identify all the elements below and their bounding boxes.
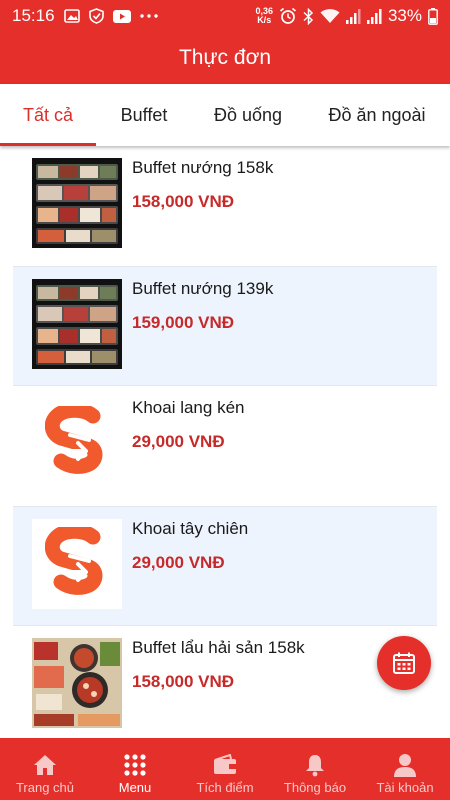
calendar-icon	[392, 651, 416, 675]
nav-label: Trang chủ	[15, 780, 75, 795]
menu-item[interactable]: Khoai lang kén 29,000 VNĐ	[13, 386, 437, 506]
page-title: Thực đơn	[178, 46, 272, 69]
user-icon	[393, 752, 417, 778]
nav-account[interactable]: Tài khoản	[360, 738, 450, 800]
signal-icon	[366, 8, 382, 24]
seafood-hotpot-image	[32, 638, 122, 728]
nav-points[interactable]: Tích điểm	[180, 738, 270, 800]
tab-label: Tất cả	[22, 104, 74, 125]
bell-icon	[304, 752, 326, 778]
youtube-icon	[112, 9, 131, 23]
tab-side-dishes[interactable]: Đồ ăn ngoài	[304, 84, 450, 146]
nav-home[interactable]: Trang chủ	[0, 738, 90, 800]
item-name: Khoai tây chiên	[132, 519, 249, 538]
item-name: Buffet lẩu hải sản 158k	[132, 638, 305, 657]
alarm-icon	[279, 7, 297, 25]
tab-drinks[interactable]: Đồ uống	[192, 84, 304, 146]
bottom-nav: Trang chủ Menu Tích điểm Thông báo Tài k…	[0, 738, 450, 800]
brand-logo-image	[32, 519, 122, 609]
nav-menu[interactable]: Menu	[90, 738, 180, 800]
menu-item[interactable]: Buffet nướng 158k 158,000 VNĐ	[13, 146, 437, 266]
item-price: 158,000 VNĐ	[132, 192, 235, 211]
brand-logo-image	[32, 398, 122, 488]
tab-label: Đồ uống	[213, 104, 283, 125]
battery-icon	[428, 7, 438, 25]
network-speed-unit: K/s	[257, 15, 272, 25]
tab-all[interactable]: Tất cả	[0, 84, 96, 146]
shield-icon	[88, 8, 104, 24]
signal-icon	[345, 8, 361, 24]
bluetooth-icon	[303, 7, 314, 25]
tab-label: Đồ ăn ngoài	[328, 104, 426, 125]
nav-notifications[interactable]: Thông báo	[270, 738, 360, 800]
category-tabs: Tất cả Buffet Đồ uống Đồ ăn ngoài	[0, 84, 450, 146]
nav-label: Menu	[118, 780, 152, 795]
nav-label: Tích điểm	[196, 780, 254, 795]
item-price: 29,000 VNĐ	[132, 432, 225, 451]
item-name: Khoai lang kén	[132, 398, 245, 417]
network-speed: 0,36 K/s	[255, 7, 273, 25]
more-icon	[139, 14, 158, 18]
bbq-platter-image	[32, 279, 122, 369]
home-icon	[32, 752, 58, 778]
image-icon	[63, 9, 80, 23]
nav-label: Thông báo	[283, 780, 347, 795]
booking-fab-button[interactable]	[377, 636, 431, 690]
app-bar: Thực đơn	[0, 32, 450, 84]
tab-buffet[interactable]: Buffet	[96, 84, 192, 146]
menu-item[interactable]: Buffet lẩu hải sản 158k 158,000 VNĐ	[13, 626, 437, 738]
nav-label: Tài khoản	[376, 780, 434, 795]
item-name: Buffet nướng 158k	[132, 158, 274, 177]
tab-label: Buffet	[120, 104, 168, 125]
grid-icon	[123, 752, 147, 778]
wallet-icon	[212, 752, 238, 778]
battery-percent: 33%	[387, 6, 422, 25]
item-price: 158,000 VNĐ	[132, 672, 235, 691]
item-name: Buffet nướng 139k	[132, 279, 274, 298]
item-price: 29,000 VNĐ	[132, 553, 225, 572]
menu-item[interactable]: Buffet nướng 139k 159,000 VNĐ	[13, 266, 437, 386]
item-price: 159,000 VNĐ	[132, 313, 235, 332]
status-time: 15:16	[12, 6, 55, 25]
bbq-platter-image	[32, 158, 122, 248]
wifi-icon	[320, 8, 340, 24]
status-bar: 15:16 0,36 K/s 33%	[0, 0, 450, 32]
menu-item[interactable]: Khoai tây chiên 29,000 VNĐ	[13, 506, 437, 626]
